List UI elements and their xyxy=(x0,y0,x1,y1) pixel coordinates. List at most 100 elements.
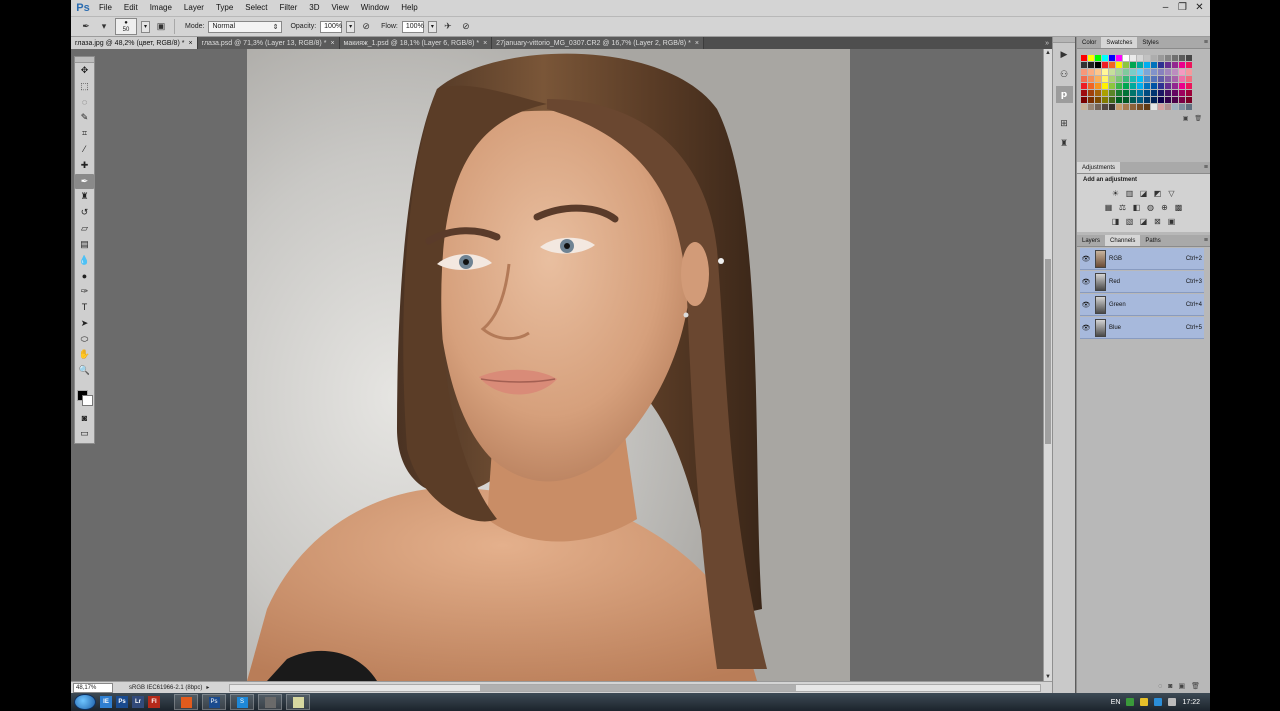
color-swatch[interactable] xyxy=(1137,76,1143,82)
color-swatch[interactable] xyxy=(1137,62,1143,68)
document-tab[interactable]: глаза.jpg @ 48,2% (цвет, RGB/8) * × xyxy=(71,37,198,49)
clone-source-icon[interactable]: ♜ xyxy=(1056,135,1073,152)
menu-help[interactable]: Help xyxy=(395,0,423,16)
color-swatch[interactable] xyxy=(1123,83,1129,89)
color-swatch[interactable] xyxy=(1109,90,1115,96)
color-lookup-icon[interactable]: ▩ xyxy=(1173,202,1184,213)
horizontal-scroll-thumb[interactable] xyxy=(480,685,796,691)
color-swatch[interactable] xyxy=(1144,104,1150,110)
color-swatch[interactable] xyxy=(1102,76,1108,82)
color-swatch[interactable] xyxy=(1088,90,1094,96)
network-icon[interactable] xyxy=(1154,698,1163,706)
history-brush-tool[interactable]: ↺ xyxy=(75,205,94,220)
color-swatch[interactable] xyxy=(1123,97,1129,103)
selective-color-icon[interactable]: ⊠ xyxy=(1152,216,1163,227)
horizontal-scrollbar[interactable] xyxy=(229,684,1041,692)
opacity-dropdown[interactable]: ▾ xyxy=(346,20,356,33)
brush-preset-picker[interactable]: ● 50 xyxy=(115,18,137,35)
color-swatch[interactable] xyxy=(1081,76,1087,82)
airbrush-icon[interactable]: ✈ xyxy=(441,20,455,34)
healing-brush-tool[interactable]: ✚ xyxy=(75,158,94,173)
vertical-scrollbar[interactable]: ▲ ▼ xyxy=(1043,49,1052,681)
panel-menu-icon[interactable]: ≡ xyxy=(1204,37,1208,48)
color-swatch[interactable] xyxy=(1116,104,1122,110)
quick-select-tool[interactable]: ✎ xyxy=(75,110,94,125)
menu-select[interactable]: Select xyxy=(239,0,273,16)
color-swatch[interactable] xyxy=(1137,69,1143,75)
color-swatch[interactable] xyxy=(1102,83,1108,89)
color-swatch[interactable] xyxy=(1158,55,1164,61)
color-swatch[interactable] xyxy=(1165,83,1171,89)
document-tab[interactable]: глаза.psd @ 71,3% (Layer 13, RGB/8) * × xyxy=(197,37,340,49)
color-swatch[interactable] xyxy=(1081,62,1087,68)
zoom-level-input[interactable]: 48,17% xyxy=(73,682,113,693)
gradient-map-icon[interactable]: ▣ xyxy=(1166,216,1177,227)
delete-swatch-icon[interactable]: 🗑 xyxy=(1194,115,1202,122)
color-swatch[interactable] xyxy=(1186,97,1192,103)
color-swatch[interactable] xyxy=(1081,90,1087,96)
color-swatch[interactable] xyxy=(1130,76,1136,82)
pen-tool[interactable]: ✑ xyxy=(75,284,94,299)
color-swatch[interactable] xyxy=(1102,55,1108,61)
color-swatch[interactable] xyxy=(1123,55,1129,61)
blur-tool[interactable]: 💧 xyxy=(75,253,94,268)
history-icon[interactable]: ⚇ xyxy=(1056,66,1073,83)
color-swatch[interactable] xyxy=(1172,62,1178,68)
background-color-swatch[interactable] xyxy=(82,395,93,406)
color-swatch[interactable] xyxy=(1088,97,1094,103)
color-swatch[interactable] xyxy=(1095,90,1101,96)
menu-view[interactable]: View xyxy=(326,0,355,16)
channel-row[interactable]: 👁 Blue Ctrl+5 xyxy=(1080,317,1204,339)
tablet-pressure-size-icon[interactable]: ⊘ xyxy=(459,20,473,34)
color-swatch[interactable] xyxy=(1130,62,1136,68)
menu-window[interactable]: Window xyxy=(355,0,395,16)
color-swatch[interactable] xyxy=(1179,83,1185,89)
tab-adjustments[interactable]: Adjustments xyxy=(1077,162,1121,173)
taskbar-window-button[interactable] xyxy=(258,694,282,710)
bw-icon[interactable]: ◧ xyxy=(1131,202,1142,213)
color-swatch[interactable] xyxy=(1172,76,1178,82)
exposure-icon[interactable]: ◩ xyxy=(1152,188,1163,199)
color-swatch[interactable] xyxy=(1116,83,1122,89)
color-swatch[interactable] xyxy=(1151,69,1157,75)
mode-select[interactable]: Normal ⇕ xyxy=(208,20,283,33)
taskbar-window-button[interactable] xyxy=(174,694,198,710)
marquee-tool[interactable]: ⬚ xyxy=(75,79,94,94)
close-button[interactable]: ✕ xyxy=(1191,0,1208,14)
color-swatch[interactable] xyxy=(1088,62,1094,68)
photo-filter-icon[interactable]: ◍ xyxy=(1145,202,1156,213)
color-swatch[interactable] xyxy=(1137,55,1143,61)
color-swatch[interactable] xyxy=(1095,62,1101,68)
brush-presets-icon[interactable]: ⊞ xyxy=(1056,115,1073,132)
opacity-input[interactable]: 100% xyxy=(320,20,343,33)
color-swatch[interactable] xyxy=(1116,62,1122,68)
flow-input[interactable]: 100% xyxy=(401,20,424,33)
color-swatch[interactable] xyxy=(1130,104,1136,110)
color-swatch[interactable] xyxy=(1109,55,1115,61)
tablet-pressure-opacity-icon[interactable]: ⊘ xyxy=(359,20,373,34)
tray-app-icon[interactable] xyxy=(1140,698,1149,706)
color-swatch[interactable] xyxy=(1179,69,1185,75)
color-swatch[interactable] xyxy=(1088,69,1094,75)
gradient-tool[interactable]: ▤ xyxy=(75,237,94,252)
close-tab-icon[interactable]: × xyxy=(188,40,192,47)
color-swatch[interactable] xyxy=(1172,90,1178,96)
tray-app-icon[interactable] xyxy=(1126,698,1135,706)
color-swatch[interactable] xyxy=(1172,104,1178,110)
color-swatch[interactable] xyxy=(1151,62,1157,68)
color-swatch[interactable] xyxy=(1081,55,1087,61)
close-tab-icon[interactable]: × xyxy=(330,40,334,47)
color-swatch[interactable] xyxy=(1186,104,1192,110)
color-swatch[interactable] xyxy=(1123,104,1129,110)
color-swatch[interactable] xyxy=(1151,76,1157,82)
color-swatch[interactable] xyxy=(1095,104,1101,110)
close-tab-icon[interactable]: × xyxy=(483,40,487,47)
status-menu-arrow-icon[interactable]: ▸ xyxy=(206,684,209,691)
color-swatch[interactable] xyxy=(1102,104,1108,110)
color-swatch[interactable] xyxy=(1088,104,1094,110)
color-swatch[interactable] xyxy=(1172,69,1178,75)
visibility-eye-icon[interactable]: 👁 xyxy=(1080,324,1092,332)
close-tab-icon[interactable]: × xyxy=(695,40,699,47)
color-swatch[interactable] xyxy=(1137,104,1143,110)
color-swatch[interactable] xyxy=(1088,83,1094,89)
